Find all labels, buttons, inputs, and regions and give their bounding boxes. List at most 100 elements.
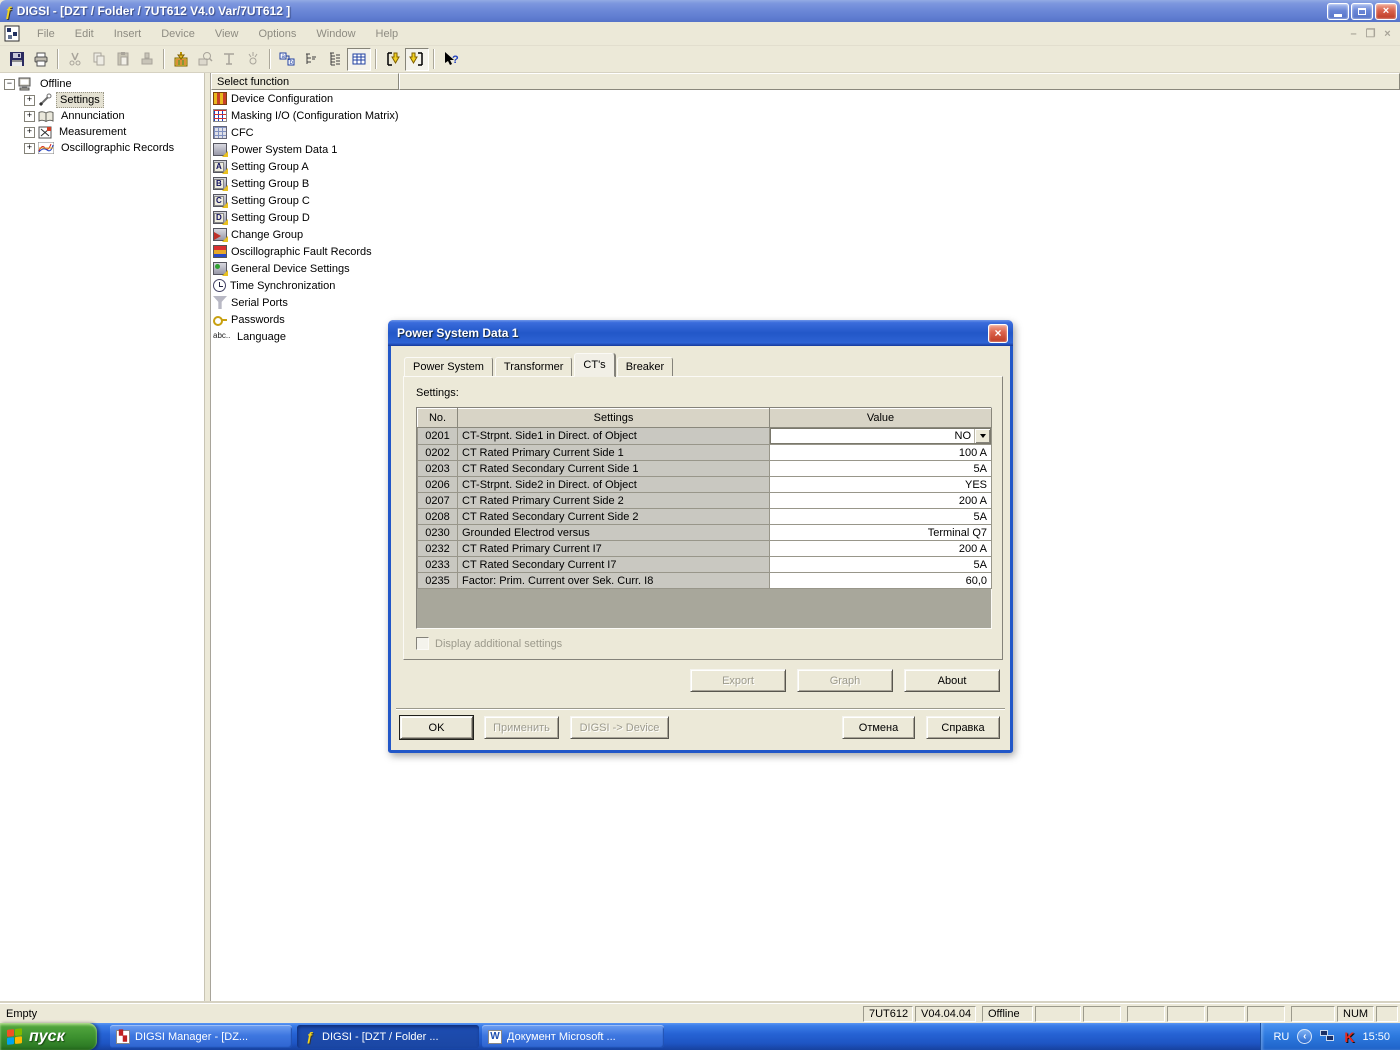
tab-power-system[interactable]: Power System bbox=[404, 357, 493, 377]
minimize-button[interactable] bbox=[1327, 3, 1349, 20]
mdi-restore-button[interactable]: ❐ bbox=[1362, 27, 1379, 40]
expand-icon[interactable]: + bbox=[24, 143, 35, 154]
import-button[interactable] bbox=[217, 48, 241, 71]
list-header-select-function[interactable]: Select function bbox=[211, 73, 399, 90]
print-button[interactable] bbox=[29, 48, 53, 71]
cell-no[interactable]: 0207 bbox=[418, 493, 458, 509]
device-grid-button[interactable] bbox=[169, 48, 193, 71]
ok-button[interactable]: OK bbox=[400, 716, 473, 739]
list-item-device-configuration[interactable]: Device Configuration bbox=[211, 90, 1400, 107]
cell-setting[interactable]: CT Rated Primary Current Side 2 bbox=[458, 493, 770, 509]
mdi-close-button[interactable]: × bbox=[1379, 28, 1396, 40]
tab-cts[interactable]: CT's bbox=[574, 353, 614, 377]
cell-setting[interactable]: CT-Strpnt. Side2 in Direct. of Object bbox=[458, 477, 770, 493]
list-item-label[interactable]: Power System Data 1 bbox=[231, 144, 337, 156]
cell-value[interactable]: 5A bbox=[770, 557, 992, 573]
checkbox-icon[interactable] bbox=[416, 637, 429, 650]
cell-setting[interactable]: CT Rated Secondary Current I7 bbox=[458, 557, 770, 573]
list-item-setting-group-b[interactable]: Setting Group B bbox=[211, 175, 1400, 192]
cell-value[interactable]: 5A bbox=[770, 509, 992, 525]
cell-value[interactable]: 60,0 bbox=[770, 573, 992, 589]
cut-button[interactable] bbox=[63, 48, 87, 71]
tree-label-offline[interactable]: Offline bbox=[37, 77, 75, 91]
list-item-masking-io[interactable]: Masking I/O (Configuration Matrix) bbox=[211, 107, 1400, 124]
cancel-button[interactable]: Отмена bbox=[842, 716, 915, 739]
list-item-setting-group-d[interactable]: Setting Group D bbox=[211, 209, 1400, 226]
close-button[interactable]: × bbox=[1375, 3, 1397, 20]
cell-no[interactable]: 0233 bbox=[418, 557, 458, 573]
tab-transformer[interactable]: Transformer bbox=[495, 357, 573, 377]
list-item-label[interactable]: Device Configuration bbox=[231, 93, 333, 105]
paste-button[interactable] bbox=[111, 48, 135, 71]
task-word-document[interactable]: W Документ Microsoft ... bbox=[482, 1025, 664, 1048]
tree-item-annunciation[interactable]: + Annunciation bbox=[0, 108, 204, 124]
stamp-button[interactable] bbox=[135, 48, 159, 71]
restore-button[interactable] bbox=[1351, 3, 1373, 20]
expand-icon[interactable]: + bbox=[24, 95, 35, 106]
list-item-label[interactable]: CFC bbox=[231, 127, 254, 139]
mdi-minimize-button[interactable]: – bbox=[1345, 28, 1362, 40]
list-item-power-system-data-1[interactable]: Power System Data 1 bbox=[211, 141, 1400, 158]
collapse-icon[interactable]: − bbox=[4, 79, 15, 90]
cell-value[interactable]: 5A bbox=[770, 461, 992, 477]
cell-setting[interactable]: CT Rated Secondary Current Side 1 bbox=[458, 461, 770, 477]
cell-no[interactable]: 0230 bbox=[418, 525, 458, 541]
device-find-button[interactable] bbox=[193, 48, 217, 71]
cell-no[interactable]: 0232 bbox=[418, 541, 458, 557]
cell-no[interactable]: 0235 bbox=[418, 573, 458, 589]
task-digsi-manager[interactable]: ▚ DIGSI Manager - [DZ... bbox=[110, 1025, 292, 1048]
language-indicator[interactable]: RU bbox=[1273, 1031, 1289, 1043]
outline-small-button[interactable] bbox=[299, 48, 323, 71]
save-button[interactable] bbox=[5, 48, 29, 71]
help-button[interactable]: Справка bbox=[926, 716, 1000, 739]
list-item-label[interactable]: Setting Group B bbox=[231, 178, 309, 190]
menu-options[interactable]: Options bbox=[249, 24, 307, 44]
dropdown-button[interactable] bbox=[974, 429, 990, 443]
display-additional-settings-checkbox[interactable]: Display additional settings bbox=[416, 637, 562, 650]
cell-no[interactable]: 0202 bbox=[418, 445, 458, 461]
cell-setting[interactable]: CT-Strpnt. Side1 in Direct. of Object bbox=[458, 428, 770, 445]
list-item-label[interactable]: Setting Group C bbox=[231, 195, 310, 207]
cell-no[interactable]: 0206 bbox=[418, 477, 458, 493]
list-item-setting-group-a[interactable]: Setting Group A bbox=[211, 158, 1400, 175]
tree-item-offline[interactable]: − Offline bbox=[0, 76, 204, 92]
tree-item-settings[interactable]: + Settings bbox=[0, 92, 204, 108]
list-item-label[interactable]: Setting Group D bbox=[231, 212, 310, 224]
expand-icon[interactable]: + bbox=[24, 111, 35, 122]
task-digsi[interactable]: ƒ DIGSI - [DZT / Folder ... bbox=[297, 1025, 479, 1048]
cell-setting[interactable]: Factor: Prim. Current over Sek. Curr. I8 bbox=[458, 573, 770, 589]
dialog-close-button[interactable]: × bbox=[988, 324, 1008, 343]
apply-button[interactable]: Применить bbox=[484, 716, 559, 739]
tree-item-oscillographic-records[interactable]: + Oscillographic Records bbox=[0, 140, 204, 156]
cell-no[interactable]: 0203 bbox=[418, 461, 458, 477]
copy-button[interactable] bbox=[87, 48, 111, 71]
menu-help[interactable]: Help bbox=[366, 24, 409, 44]
context-help-button[interactable]: ? bbox=[439, 48, 463, 71]
cell-no[interactable]: 0201 bbox=[418, 428, 458, 445]
list-item-label[interactable]: General Device Settings bbox=[231, 263, 350, 275]
list-item-cfc[interactable]: CFC bbox=[211, 124, 1400, 141]
value-combobox[interactable]: NO bbox=[770, 428, 991, 444]
digsi-to-device-button[interactable]: DIGSI -> Device bbox=[570, 716, 669, 739]
cell-setting[interactable]: CT Rated Primary Current Side 1 bbox=[458, 445, 770, 461]
cell-value[interactable]: 200 A bbox=[770, 493, 992, 509]
list-item-label[interactable]: Time Synchronization bbox=[230, 280, 335, 292]
list-item-setting-group-c[interactable]: Setting Group C bbox=[211, 192, 1400, 209]
cell-value[interactable]: Terminal Q7 bbox=[770, 525, 992, 541]
cell-value[interactable]: YES bbox=[770, 477, 992, 493]
about-button[interactable]: About bbox=[904, 669, 1000, 692]
tab-breaker[interactable]: Breaker bbox=[617, 357, 674, 377]
tree-label-measurement[interactable]: Measurement bbox=[56, 125, 129, 139]
list-item-label[interactable]: Serial Ports bbox=[231, 297, 288, 309]
tree-label-settings[interactable]: Settings bbox=[56, 92, 104, 108]
list-item-label[interactable]: Masking I/O (Configuration Matrix) bbox=[231, 110, 399, 122]
list-item-label[interactable]: Setting Group A bbox=[231, 161, 309, 173]
start-button[interactable]: пуск bbox=[0, 1023, 97, 1050]
table-view-button[interactable] bbox=[347, 48, 371, 71]
list-item-oscillographic-fault-records[interactable]: Oscillographic Fault Records bbox=[211, 243, 1400, 260]
cell-setting[interactable]: CT Rated Primary Current I7 bbox=[458, 541, 770, 557]
export-button[interactable]: Export bbox=[690, 669, 786, 692]
monitor-button[interactable] bbox=[241, 48, 265, 71]
list-item-label[interactable]: Passwords bbox=[231, 314, 285, 326]
list-item-change-group[interactable]: Change Group bbox=[211, 226, 1400, 243]
